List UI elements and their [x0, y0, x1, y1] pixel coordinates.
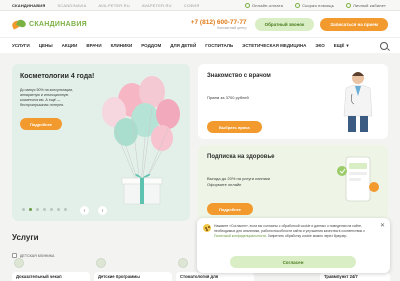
subscription-card-text: Выгода до 20% на услуги клиники Оформите…	[207, 176, 270, 187]
services-list: Доказательный чекап Детские программы Ст…	[12, 272, 254, 281]
card-icon	[244, 2, 250, 8]
service-item[interactable]: Доказательный чекап	[12, 272, 90, 281]
arrow-left-icon: ‹	[83, 207, 86, 214]
service-item[interactable]: Травмпункт 24/7	[320, 272, 390, 281]
cookie-text-before: Нажмите «Согласен», если вы согласны с о…	[214, 224, 365, 233]
cookie-banner: Нажмите «Согласен», если вы согласны с о…	[197, 218, 390, 273]
cookie-text: Нажмите «Согласен», если вы согласны с о…	[214, 224, 379, 238]
network-link-3[interactable]: AVA-PETER.RU	[98, 3, 129, 8]
hero-more-button[interactable]: Подробнее	[20, 118, 63, 130]
search-icon[interactable]	[380, 41, 388, 50]
nav-item-hospital[interactable]: ГОСПИТАЛЬ	[205, 43, 233, 48]
doctor-card-text: Прием за 3700 рублей	[207, 95, 249, 100]
nav-more-label: ЕЩЁ	[333, 43, 345, 48]
phone-icon	[295, 2, 301, 8]
nav-item-promos[interactable]: АКЦИИ	[62, 43, 78, 48]
main-nav: УСЛУГИ ЦЕНЫ АКЦИИ ВРАЧИ КЛИНИКИ РОДДОМ Д…	[0, 37, 400, 53]
emergency-link[interactable]: Скорая помощь	[295, 2, 335, 8]
carousel-dot-active[interactable]	[29, 208, 32, 211]
nav-item-prices[interactable]: ЦЕНЫ	[39, 43, 53, 48]
online-payment-label: Онлайн-оплата	[251, 2, 284, 8]
phone-app-illustration	[337, 156, 379, 202]
phone-number[interactable]: +7 (812) 600-77-77	[191, 19, 247, 26]
network-link-5[interactable]: СОФИЯ	[184, 3, 200, 8]
hero-banner[interactable]: Косметологии 4 года! До минус 50% на кон…	[12, 64, 190, 221]
doctor-illustration	[343, 72, 373, 132]
avatar	[14, 258, 24, 268]
subscription-card[interactable]: Подписка на здоровье Выгода до 20% на ус…	[198, 145, 388, 221]
service-item[interactable]: Детские программы	[94, 272, 172, 281]
chevron-down-icon: ▾	[346, 42, 349, 48]
cookie-icon	[203, 224, 211, 232]
network-bar: СКАНДИНАВИЯ SCANDINAVIA AVA-PETER.RU AVA…	[0, 0, 400, 11]
user-icon	[346, 2, 352, 8]
doctor-card-title: Знакомство с врачом	[207, 73, 271, 79]
carousel-dot[interactable]	[36, 208, 39, 211]
network-link-1[interactable]: СКАНДИНАВИЯ	[12, 3, 45, 8]
topbar-links: Онлайн-оплата Скорая помощь Личный кабин…	[244, 2, 400, 8]
phone-block: +7 (812) 600-77-77 Контактный центр	[191, 19, 247, 30]
carousel-next-button[interactable]: ›	[98, 206, 107, 215]
doctor-intro-card[interactable]: Знакомство с врачом Прием за 3700 рублей…	[198, 64, 388, 139]
book-appointment-button[interactable]: Записаться на прием	[320, 17, 388, 31]
carousel-dot[interactable]	[50, 208, 53, 211]
nav-item-aesthetic[interactable]: ЭСТЕТИЧЕСКАЯ МЕДИЦИНА	[242, 43, 306, 48]
avatar	[178, 258, 188, 268]
close-icon[interactable]: ✕	[380, 222, 385, 229]
online-payment-link[interactable]: Онлайн-оплата	[244, 2, 284, 8]
arrow-right-icon: ›	[101, 207, 104, 214]
page: СКАНДИНАВИЯ SCANDINAVIA AVA-PETER.RU AVA…	[0, 0, 400, 281]
callback-button[interactable]: Обратный звонок	[254, 17, 315, 31]
logo-icon	[10, 18, 28, 30]
nav-item-doctors[interactable]: ВРАЧИ	[86, 43, 101, 48]
nav-item-more[interactable]: ЕЩЁ ▾	[334, 43, 349, 49]
cookie-accept-button[interactable]: Согласен	[230, 256, 356, 268]
network-link-2[interactable]: SCANDINAVIA	[57, 3, 86, 8]
checkbox-icon	[12, 253, 17, 258]
phone-note: Контактный центр	[217, 25, 247, 30]
carousel-dot[interactable]	[64, 208, 67, 211]
avatar	[96, 258, 106, 268]
kids-clinic-label: ДЕТСКАЯ КЛИНИКА	[20, 253, 55, 258]
carousel-dot[interactable]	[22, 208, 25, 211]
logo-text: СКАНДИНАВИЯ	[29, 20, 87, 28]
carousel-dot[interactable]	[57, 208, 60, 211]
nav-item-services[interactable]: УСЛУГИ	[12, 43, 30, 48]
account-link[interactable]: Личный кабинет	[346, 2, 386, 8]
hero-title: Косметологии 4 года!	[20, 73, 95, 80]
nav-item-eco[interactable]: ЭКО	[315, 43, 324, 48]
carousel-dot[interactable]	[43, 208, 46, 211]
subscription-text-line-2: Оформите онлайн	[207, 181, 242, 187]
subscription-card-title: Подписка на здоровье	[207, 154, 275, 160]
balloons-gift-illustration	[102, 76, 180, 205]
privacy-policy-link[interactable]: Политикой конфиденциальности	[214, 234, 266, 238]
logo[interactable]: СКАНДИНАВИЯ	[10, 18, 87, 30]
nav-item-maternity[interactable]: РОДДОМ	[141, 43, 161, 48]
carousel-prev-button[interactable]: ‹	[80, 206, 89, 215]
cookie-text-after: . Запретить обработку cookie можно через…	[265, 233, 348, 238]
account-label: Личный кабинет	[353, 2, 386, 8]
network-link-4[interactable]: AVAPETER.RU	[142, 3, 172, 8]
subscription-text-line-1: Выгода до 20% на услуги клиники	[207, 176, 270, 181]
emergency-label: Скорая помощь	[302, 2, 335, 8]
service-item[interactable]: Стоматология для	[176, 272, 254, 281]
subscription-more-button[interactable]: Подробнее	[207, 203, 254, 215]
services-title: Услуги	[12, 233, 39, 242]
carousel-dots	[22, 208, 67, 211]
header: СКАНДИНАВИЯ +7 (812) 600-77-77 Контактны…	[0, 11, 400, 37]
nav-item-clinics[interactable]: КЛИНИКИ	[111, 43, 133, 48]
hero-text: До минус 50% на консультации, аппаратную…	[20, 88, 74, 107]
nav-item-kids[interactable]: ДЛЯ ДЕТЕЙ	[170, 43, 196, 48]
choose-doctor-button[interactable]: Выбрать врача	[207, 121, 262, 133]
